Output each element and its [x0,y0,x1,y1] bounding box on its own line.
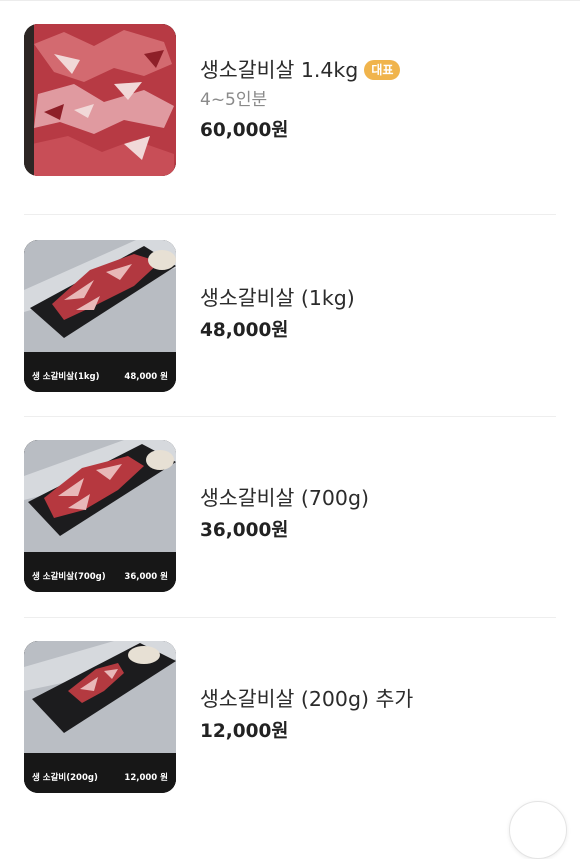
photo-caption-name: 생 소갈비살(1kg) [32,372,100,382]
top-border [0,0,580,1]
menu-item[interactable]: 생 소갈비살(1kg) 48,000 원 생소갈비살 (1kg) 48,000원 [24,240,556,408]
menu-item-price: 48,000원 [200,320,289,341]
photo-caption: 생 소갈비(200g) 12,000 원 [24,771,176,783]
photo-caption: 생 소갈비살(1kg) 48,000 원 [24,370,176,382]
scroll-top-button[interactable] [509,801,567,859]
menu-item-info: 생소갈비살 (1kg) 48,000원 [200,285,556,343]
photo-caption: 생 소갈비살(700g) 36,000 원 [24,570,176,582]
photo-caption-name: 생 소갈비살(700g) [32,572,106,582]
photo-caption-price: 12,000 원 [124,773,168,783]
menu-item-info: 생소갈비살 (200g) 추가 12,000원 [200,686,556,744]
divider [24,416,556,417]
divider [24,214,556,215]
menu-item-photo: 생 소갈비살(700g) 36,000 원 [24,440,176,592]
menu-item-name: 생소갈비살 (700g) [200,486,369,510]
menu-item-name-text: 생소갈비살 1.4kg [200,58,359,82]
menu-item-name: 생소갈비살 (1kg) [200,286,355,310]
menu-item-photo: 생 소갈비(200g) 12,000 원 [24,641,176,793]
photo-caption-price: 36,000 원 [124,572,168,582]
signature-badge: 대표 [364,60,401,80]
menu-item[interactable]: 생 소갈비살(700g) 36,000 원 생소갈비살 (700g) 36,00… [24,440,556,608]
divider [24,617,556,618]
menu-item-price: 12,000원 [200,721,289,742]
menu-item-photo [24,24,176,176]
menu-item[interactable]: 생소갈비살 1.4kg 대표 4~5인분 60,000원 [24,24,556,192]
menu-item-name: 생소갈비살 1.4kg 대표 [200,57,556,83]
photo-caption-name: 생 소갈비(200g) [32,773,98,783]
menu-item-info: 생소갈비살 1.4kg 대표 4~5인분 60,000원 [200,57,556,143]
photo-caption-price: 48,000 원 [124,372,168,382]
raw-beef-photo [24,24,176,176]
menu-item-photo: 생 소갈비살(1kg) 48,000 원 [24,240,176,392]
menu-item-description: 4~5인분 [200,90,268,110]
menu-item-name: 생소갈비살 (200g) 추가 [200,687,414,711]
menu-item-info: 생소갈비살 (700g) 36,000원 [200,485,556,543]
menu-item-price: 60,000원 [200,120,289,141]
menu-item-price: 36,000원 [200,520,289,541]
menu-item[interactable]: 생 소갈비(200g) 12,000 원 생소갈비살 (200g) 추가 12,… [24,641,556,809]
